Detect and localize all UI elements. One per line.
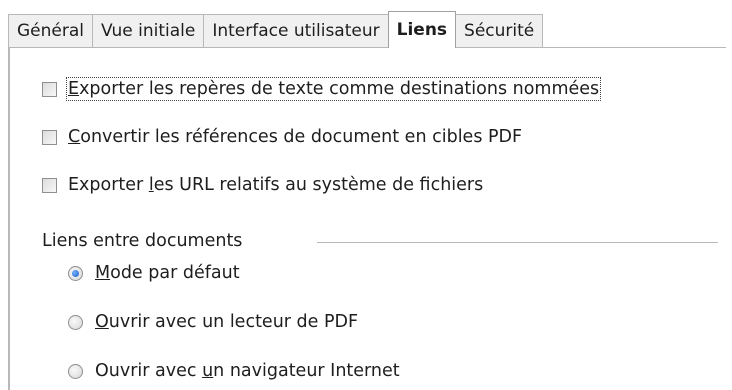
convert-refs-checkbox-row[interactable]: Convertir les références de document en … xyxy=(42,127,522,147)
tab-general[interactable]: Général xyxy=(8,14,93,48)
radio-pdf-reader-row[interactable]: Ouvrir avec un lecteur de PDF xyxy=(68,312,358,332)
convert-refs-mnemonic: C xyxy=(68,127,81,147)
radio-pdf-reader[interactable] xyxy=(68,314,83,330)
convert-refs-label-post: onvertir les références de document en c… xyxy=(80,127,523,147)
convert-refs-checkbox[interactable] xyxy=(42,129,57,145)
export-bookmarks-label-post: xporter les repères de texte comme desti… xyxy=(79,79,600,99)
radio-internet-browser-row[interactable]: Ouvrir avec un navigateur Internet xyxy=(68,361,400,381)
relative-urls-label-pre: Exporter xyxy=(68,175,149,195)
export-bookmarks-checkbox-row[interactable]: Exporter les repères de texte comme dest… xyxy=(42,77,602,101)
tab-strip: Général Vue initiale Interface utilisate… xyxy=(8,11,544,48)
group-divider xyxy=(317,242,718,243)
radio-default-mode-row[interactable]: Mode par défaut xyxy=(68,263,240,283)
export-bookmarks-checkbox[interactable] xyxy=(42,81,57,97)
tab-links[interactable]: Liens xyxy=(387,11,457,48)
radio-pdf-reader-label[interactable]: Ouvrir avec un lecteur de PDF xyxy=(95,312,358,332)
radio-default-mode-mnemonic: M xyxy=(95,263,111,283)
radio-internet-browser-label-post: n navigateur Internet xyxy=(213,361,400,381)
tab-initial-view[interactable]: Vue initiale xyxy=(92,14,205,48)
radio-pdf-reader-label-post: uvrir avec un lecteur de PDF xyxy=(108,312,359,332)
radio-pdf-reader-mnemonic: O xyxy=(95,312,109,332)
radio-internet-browser-mnemonic: u xyxy=(202,361,214,381)
group-links-between-documents-label: Liens entre documents xyxy=(42,231,243,251)
radio-internet-browser-label[interactable]: Ouvrir avec un navigateur Internet xyxy=(95,361,400,381)
radio-default-mode-label[interactable]: Mode par défaut xyxy=(95,263,240,283)
relative-urls-label-post: es URL relatifs au système de fichiers xyxy=(153,175,484,195)
relative-urls-label[interactable]: Exporter les URL relatifs au système de … xyxy=(68,175,483,195)
tab-user-interface[interactable]: Interface utilisateur xyxy=(203,14,389,48)
relative-urls-checkbox[interactable] xyxy=(42,177,57,193)
radio-default-mode-label-post: ode par défaut xyxy=(110,263,240,283)
panel-top-border xyxy=(8,47,726,48)
tab-security[interactable]: Sécurité xyxy=(455,14,544,48)
radio-internet-browser[interactable] xyxy=(68,363,83,379)
export-bookmarks-label[interactable]: Exporter les repères de texte comme dest… xyxy=(65,77,602,101)
export-bookmarks-mnemonic: E xyxy=(68,79,80,99)
convert-refs-label[interactable]: Convertir les références de document en … xyxy=(68,127,522,147)
panel-left-border xyxy=(8,48,10,390)
radio-default-mode[interactable] xyxy=(68,265,83,281)
radio-internet-browser-label-pre: Ouvrir avec xyxy=(95,361,203,381)
relative-urls-checkbox-row[interactable]: Exporter les URL relatifs au système de … xyxy=(42,175,483,195)
